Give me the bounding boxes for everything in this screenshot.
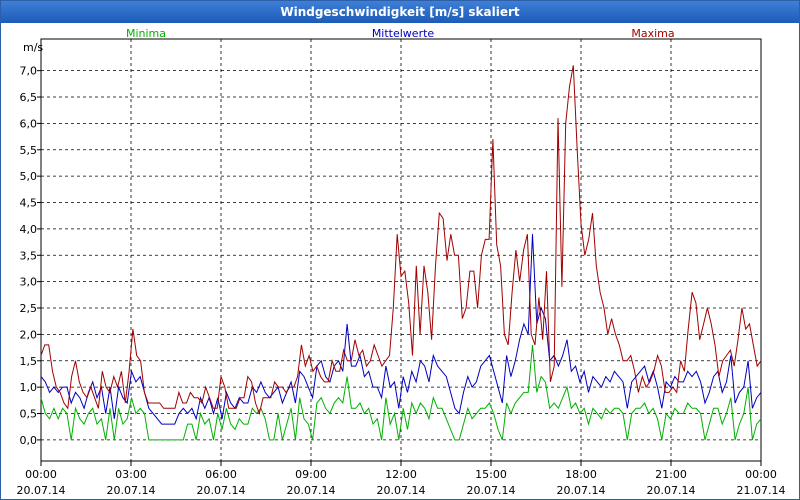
x-tick-label-date: 20.07.14	[17, 484, 66, 497]
y-tick-label: 4,5	[20, 197, 38, 210]
legend-maxima: Maxima	[631, 27, 674, 40]
legend-mittelwerte: Mittelwerte	[372, 27, 435, 40]
y-tick-label: 2,0	[20, 328, 38, 341]
x-tick-label-date: 20.07.14	[197, 484, 246, 497]
x-tick-label-date: 20.07.14	[107, 484, 156, 497]
y-tick-label: 0,0	[20, 434, 38, 447]
x-tick-label-time: 00:00	[25, 468, 57, 481]
y-tick-label: 3,5	[20, 249, 38, 262]
y-tick-label: 6,5	[20, 91, 38, 104]
y-tick-label: 0,5	[20, 408, 38, 421]
legend-minima: Minima	[126, 27, 166, 40]
x-tick-label-time: 18:00	[565, 468, 597, 481]
y-tick-label: 5,0	[20, 170, 38, 183]
chart-window: Windgeschwindigkeit [m/s] skaliert m/s M…	[0, 0, 800, 500]
x-tick-label-date: 20.07.14	[467, 484, 516, 497]
x-tick-label-time: 15:00	[475, 468, 507, 481]
x-tick-label-time: 12:00	[385, 468, 417, 481]
x-tick-label-time: 03:00	[115, 468, 147, 481]
y-tick-label: 2,5	[20, 302, 38, 315]
x-tick-label-time: 00:00	[745, 468, 777, 481]
y-axis-ticks: 0,0 0,5 1,0 1,5 2,0 2,5 3,0 3,5 4,0 4,5 5,0 5,5 6,0 6…	[20, 65, 41, 447]
y-tick-label: 4,0	[20, 223, 38, 236]
x-tick-label-date: 20.07.14	[557, 484, 606, 497]
y-tick-label: 5,5	[20, 144, 38, 157]
x-tick-label-time: 09:00	[295, 468, 327, 481]
x-axis-ticks: 00:00 20.07.14 03:00 20.07.14 06:00 20.07.14 0…	[17, 461, 786, 497]
y-axis-unit-label: m/s	[23, 41, 43, 54]
y-tick-label: 7,0	[20, 65, 38, 78]
y-tick-label: 3,0	[20, 276, 38, 289]
x-tick-label-time: 21:00	[655, 468, 687, 481]
y-tick-label: 1,5	[20, 355, 38, 368]
x-tick-label-date: 20.07.14	[287, 484, 336, 497]
y-tick-label: 1,0	[20, 381, 38, 394]
x-tick-label-date: 21.07.14	[737, 484, 786, 497]
y-tick-label: 6,0	[20, 117, 38, 130]
wind-speed-chart: m/s Minima Mittelwerte Maxima 0,0 0,5 1,0 1…	[17, 27, 786, 497]
x-tick-label-date: 20.07.14	[377, 484, 426, 497]
x-tick-label-date: 20.07.14	[647, 484, 696, 497]
x-tick-label-time: 06:00	[205, 468, 237, 481]
